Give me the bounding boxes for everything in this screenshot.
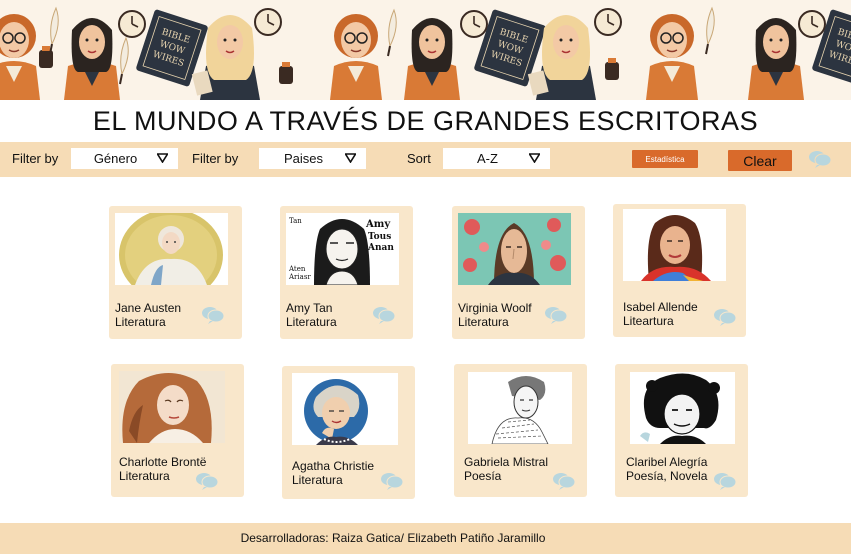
gabriela-mistral-portrait xyxy=(468,372,572,444)
isabel-allende-portrait xyxy=(623,209,726,281)
filter-toolbar: Filter by Género Filter by Paises Sort A… xyxy=(0,142,851,177)
photo-text: Anan xyxy=(367,243,394,253)
writer-name: Gabriela Mistral xyxy=(464,455,549,469)
agatha-christie-portrait xyxy=(292,373,398,445)
dropdown-arrow-icon xyxy=(157,153,168,163)
writer-genre: Literatura xyxy=(115,315,166,329)
jane-austen-portrait xyxy=(115,213,228,285)
writer-name: Claribel Alegría xyxy=(626,455,708,469)
dropdown-arrow-icon xyxy=(345,153,356,163)
chat-icon[interactable] xyxy=(544,306,568,324)
photo-text: Tous xyxy=(368,232,391,242)
writer-genre: Literatura xyxy=(292,473,343,487)
writer-genre: Literatura xyxy=(458,315,509,329)
chat-icon[interactable] xyxy=(195,472,219,490)
page-title: EL MUNDO A TRAVÉS DE GRANDES ESCRITORAS xyxy=(92,106,759,136)
chat-icon[interactable] xyxy=(552,472,576,490)
amy-tan-portrait: Tan Amy Tous Anan Aten Ariasr xyxy=(286,213,399,285)
writer-name: Jane Austen xyxy=(115,301,182,315)
genre-filter-select[interactable]: Género xyxy=(71,148,178,169)
writer-card[interactable]: Agatha Christie Literatura xyxy=(282,366,415,499)
writer-card[interactable]: Claribel Alegría Poesía, Novela xyxy=(615,364,748,497)
chat-icon[interactable] xyxy=(713,308,737,326)
writer-card[interactable]: Jane Austen Literatura xyxy=(109,206,242,339)
writer-genre: Literatura xyxy=(119,469,170,483)
sort-select[interactable]: A-Z xyxy=(443,148,550,169)
dropdown-arrow-icon xyxy=(529,153,540,163)
chat-icon[interactable] xyxy=(372,306,396,324)
writer-name: Amy Tan xyxy=(286,301,333,315)
sort-label: Sort xyxy=(407,151,431,166)
filter-country-label: Filter by xyxy=(192,151,239,166)
writer-genre: Poesía, Novela xyxy=(626,469,708,483)
clear-button[interactable]: Clear xyxy=(728,150,792,171)
genre-filter-value: Género xyxy=(93,151,138,166)
writer-name: Virginia Woolf xyxy=(458,301,532,315)
footer-credits: Desarrolladoras: Raiza Gatica/ Elizabeth… xyxy=(240,531,546,545)
photo-text: Amy xyxy=(365,219,391,230)
writer-card[interactable]: Virginia Woolf Literatura xyxy=(452,206,585,339)
writer-card[interactable]: Isabel Allende Liteartura xyxy=(613,204,746,337)
photo-text: Aten xyxy=(288,265,306,273)
writer-genre: Literatura xyxy=(286,315,337,329)
chat-icon[interactable] xyxy=(380,472,404,490)
footer: Desarrolladoras: Raiza Gatica/ Elizabeth… xyxy=(0,523,851,554)
writer-card[interactable]: Gabriela Mistral Poesía xyxy=(454,364,587,497)
chat-icon[interactable] xyxy=(808,150,832,168)
writer-name: Isabel Allende xyxy=(623,300,698,314)
header-banner: BIBLE WOW WIRES BIBLE WOW WIRES BIBLE WOW WIRES xyxy=(0,0,851,100)
writer-genre: Liteartura xyxy=(623,314,674,328)
chat-icon[interactable] xyxy=(713,472,737,490)
sort-value: A-Z xyxy=(477,151,498,166)
writers-illustration: BIBLEWOWWIRESBIBLEWOWWIRESBIBLEWOWWIRES xyxy=(0,7,851,100)
writer-card[interactable]: Tan Amy Tous Anan Aten Ariasr Amy Tan Li… xyxy=(280,206,413,339)
country-filter-select[interactable]: Paises xyxy=(259,148,366,169)
statistics-button[interactable]: Estadística xyxy=(632,150,698,168)
chat-icon[interactable] xyxy=(201,306,225,324)
writer-name: Charlotte Brontë xyxy=(119,455,207,469)
writer-name: Agatha Christie xyxy=(292,459,375,473)
virginia-woolf-portrait xyxy=(458,213,571,285)
writer-genre: Poesía xyxy=(464,469,502,483)
photo-text: Tan xyxy=(289,217,302,225)
writer-card[interactable]: Charlotte Brontë Literatura xyxy=(111,364,244,497)
page: BIBLE WOW WIRES BIBLE WOW WIRES BIBLE WOW WIRES … xyxy=(0,0,851,554)
photo-text: Ariasr xyxy=(288,273,311,281)
filter-genre-label: Filter by xyxy=(12,151,59,166)
claribel-alegria-portrait xyxy=(630,372,735,444)
country-filter-value: Paises xyxy=(283,151,324,166)
charlotte-bronte-portrait xyxy=(119,371,225,443)
